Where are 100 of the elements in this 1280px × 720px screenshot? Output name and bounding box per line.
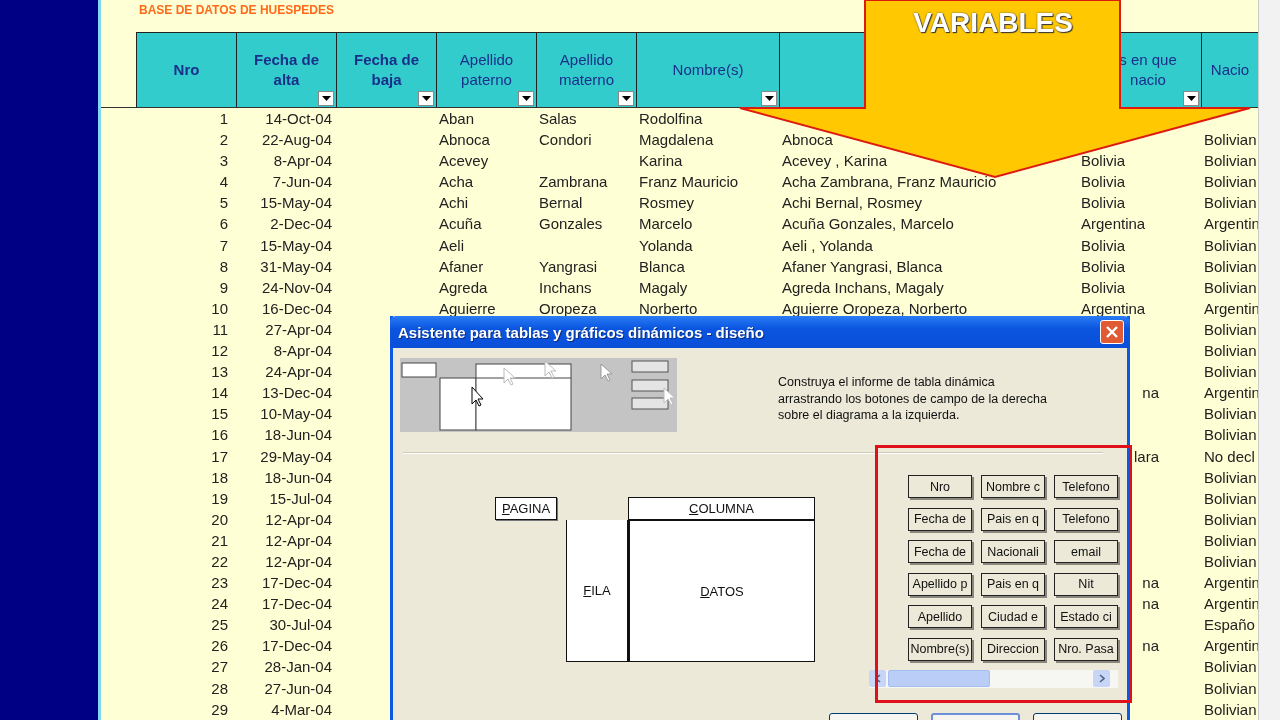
table-cell: Acha Zambrana, Franz Mauricio bbox=[782, 173, 997, 191]
row-drop-area[interactable]: FILA bbox=[566, 520, 628, 662]
table-cell: Acha bbox=[439, 173, 474, 191]
caret-icon bbox=[764, 96, 774, 101]
field-button[interactable]: Telefono bbox=[1054, 507, 1118, 531]
field-button[interactable]: Nombre(s) bbox=[908, 637, 972, 661]
table-cell: 23 bbox=[211, 574, 228, 592]
chevron-right-icon bbox=[1098, 674, 1105, 683]
table-cell: 18-Jun-04 bbox=[264, 468, 332, 486]
table-cell: Bolivia bbox=[1081, 236, 1126, 254]
table-cell: Bolivian bbox=[1204, 658, 1257, 676]
column-header-label: Fecha de baja bbox=[353, 50, 420, 90]
field-button[interactable]: Fecha de bbox=[908, 507, 972, 531]
field-button[interactable]: email bbox=[1054, 540, 1118, 563]
table-cell: Bolivian bbox=[1204, 173, 1257, 191]
filter-dropdown[interactable] bbox=[518, 91, 534, 106]
field-button[interactable]: Nro bbox=[908, 475, 972, 498]
field-button[interactable]: Pais en q bbox=[981, 507, 1045, 531]
field-button[interactable]: Nombre c bbox=[981, 475, 1045, 498]
close-button[interactable] bbox=[1100, 320, 1124, 344]
field-button[interactable]: Apellido bbox=[908, 605, 972, 628]
table-cell: Argentin bbox=[1204, 637, 1258, 655]
table-cell: Bernal bbox=[539, 194, 583, 212]
table-cell: 18-Jun-04 bbox=[264, 426, 332, 444]
filter-dropdown[interactable] bbox=[1183, 91, 1199, 106]
sheet-title: BASE DE DATOS DE HUESPEDES bbox=[139, 4, 334, 16]
table-cell: 9 bbox=[219, 278, 228, 296]
field-button[interactable]: Nit bbox=[1054, 572, 1118, 596]
table-cell: Magdalena bbox=[639, 131, 714, 149]
field-button[interactable]: Apellido p bbox=[908, 572, 972, 596]
field-button[interactable]: Fecha de bbox=[908, 540, 972, 563]
column-header-label: Apellido paterno bbox=[458, 50, 515, 90]
table-cell: 14-Oct-04 bbox=[265, 110, 332, 127]
filter-dropdown[interactable] bbox=[318, 91, 334, 106]
scroll-thumb[interactable] bbox=[888, 670, 990, 687]
table-cell: 28-Jan-04 bbox=[264, 658, 332, 676]
table-cell: 8 bbox=[219, 257, 228, 275]
table-cell: Bolivia bbox=[1081, 257, 1126, 275]
table-cell: 26 bbox=[211, 637, 228, 655]
table-cell: Achi bbox=[439, 194, 469, 212]
table-cell: 16-Dec-04 bbox=[261, 299, 332, 317]
table-cell: 24-Nov-04 bbox=[261, 278, 332, 296]
table-cell: Bolivian bbox=[1204, 510, 1257, 528]
table-cell: 15-May-04 bbox=[260, 194, 332, 212]
table-cell: Bolivian bbox=[1204, 489, 1257, 507]
table-cell: Agreda bbox=[439, 278, 488, 296]
field-button[interactable]: Estado ci bbox=[1054, 605, 1118, 628]
table-cell: 24 bbox=[211, 595, 228, 613]
field-button[interactable]: Nro. Pasa bbox=[1054, 637, 1118, 661]
table-cell: Zambrana bbox=[539, 173, 608, 191]
data-drop-area[interactable]: DATOS bbox=[628, 520, 815, 662]
table-cell: Magaly bbox=[639, 278, 688, 296]
table-cell: Bolivian bbox=[1204, 257, 1257, 275]
table-cell: 17-Dec-04 bbox=[261, 595, 332, 613]
table-cell: na bbox=[1142, 637, 1159, 655]
table-cell: Bolivian bbox=[1204, 152, 1257, 170]
table-cell: Norberto bbox=[639, 299, 698, 317]
field-button[interactable]: Direccion bbox=[981, 637, 1045, 661]
table-cell: Argentin bbox=[1204, 595, 1258, 613]
filter-dropdown[interactable] bbox=[618, 91, 634, 106]
table-cell: 12-Apr-04 bbox=[265, 552, 332, 570]
table-cell: 30-Jul-04 bbox=[269, 616, 332, 634]
table-cell: 12 bbox=[211, 342, 228, 360]
column-drop-area[interactable]: COLUMNA bbox=[628, 497, 815, 520]
table-cell: 31-May-04 bbox=[260, 257, 332, 275]
filter-dropdown[interactable] bbox=[418, 91, 434, 106]
instructions-text: Construya el informe de tabla dinámica arrastrando los botones de campo de la derecha sobre el diagrama a la izquierda. bbox=[778, 374, 1048, 424]
table-cell: Bolivian bbox=[1204, 236, 1257, 254]
table-cell: Rosmey bbox=[639, 194, 694, 212]
table-cell: 15-Jul-04 bbox=[269, 489, 332, 507]
table-cell: Yolanda bbox=[639, 236, 693, 254]
table-cell: Bolivian bbox=[1204, 426, 1257, 444]
table-cell: Bolivian bbox=[1204, 531, 1257, 549]
table-cell: Aguierre Oropeza, Norberto bbox=[782, 299, 968, 317]
table-cell: Acuña bbox=[439, 215, 482, 233]
table-cell: Inchans bbox=[539, 278, 592, 296]
table-cell: lara bbox=[1134, 447, 1159, 465]
table-cell: Karina bbox=[639, 152, 683, 170]
table-cell: Argentina bbox=[1081, 215, 1146, 233]
table-cell: Argentina bbox=[1081, 299, 1146, 317]
table-cell: Abnoca bbox=[782, 131, 833, 149]
filter-dropdown[interactable] bbox=[761, 91, 777, 106]
field-button[interactable]: Pais en q bbox=[981, 572, 1045, 596]
table-cell: 29 bbox=[211, 700, 228, 718]
caret-icon bbox=[521, 96, 531, 101]
scroll-right-button[interactable] bbox=[1093, 670, 1110, 687]
table-cell: 2 bbox=[219, 131, 228, 149]
table-cell: Marcelo bbox=[639, 215, 693, 233]
table-cell: Salas bbox=[539, 110, 577, 127]
field-button[interactable]: Ciudad e bbox=[981, 605, 1045, 628]
table-cell: 27 bbox=[211, 658, 228, 676]
field-button[interactable]: Telefono bbox=[1054, 475, 1118, 498]
table-cell: Abnoca bbox=[439, 131, 490, 149]
page-drop-area[interactable]: PAGINA bbox=[495, 497, 557, 520]
table-cell: 17 bbox=[211, 447, 228, 465]
table-cell: 16 bbox=[211, 426, 228, 444]
table-cell: 27-Jun-04 bbox=[264, 679, 332, 697]
table-cell: 3 bbox=[219, 152, 228, 170]
horizontal-scrollbar[interactable] bbox=[869, 669, 1118, 688]
field-button[interactable]: Nacionali bbox=[981, 540, 1045, 563]
